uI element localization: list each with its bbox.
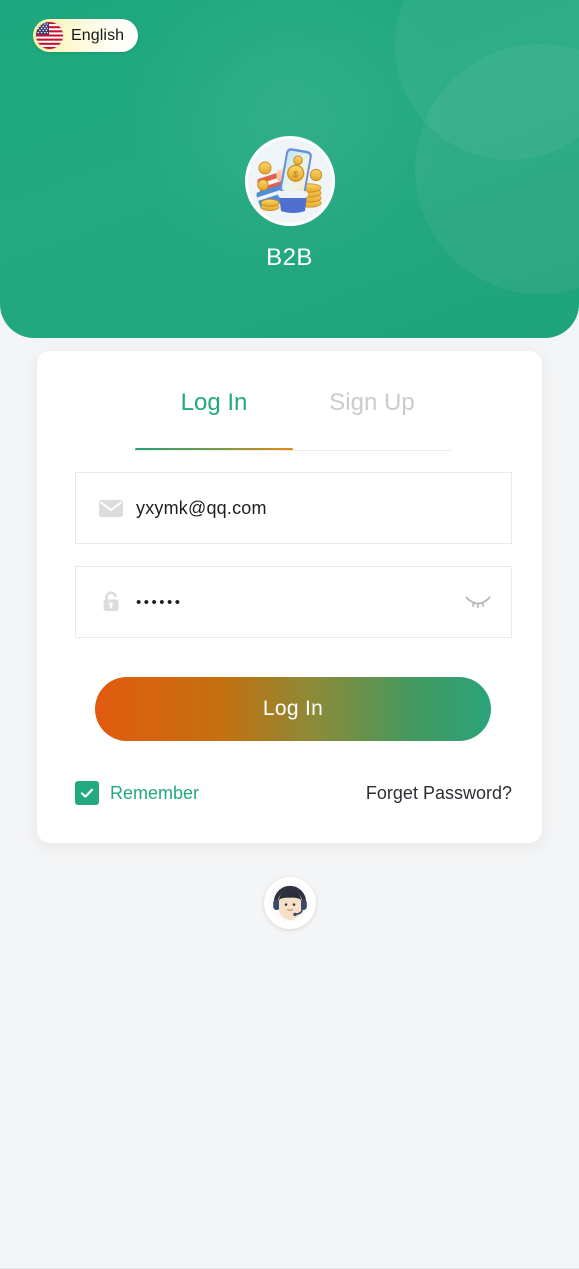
email-field[interactable]: yxymk@qq.com — [75, 472, 512, 544]
language-label: English — [71, 26, 125, 44]
lock-icon — [98, 589, 124, 615]
customer-support-button[interactable] — [263, 877, 316, 929]
form-options-row: Remember Forget Password? — [75, 779, 512, 807]
language-selector[interactable]: English — [33, 19, 139, 52]
page-title: B2B — [266, 244, 313, 271]
brand-logo-badge: $ — [244, 136, 335, 226]
hand-holding-phone-with-coins-icon: $ — [247, 139, 332, 223]
us-flag-icon — [36, 22, 63, 49]
remember-me-checkbox[interactable]: Remember — [75, 781, 199, 805]
envelope-icon — [98, 495, 124, 521]
tab-signup[interactable]: Sign Up — [293, 385, 451, 451]
auth-card: Log In Sign Up yxymk@qq.com •••••• Log I… — [37, 351, 542, 843]
password-field[interactable]: •••••• — [75, 566, 512, 638]
tab-signup-label: Sign Up — [329, 389, 415, 416]
remember-me-label: Remember — [110, 782, 200, 803]
checkmark-icon — [75, 781, 99, 805]
headset-agent-icon — [268, 879, 312, 928]
eye-closed-icon[interactable] — [463, 587, 493, 617]
tabs-divider — [135, 450, 451, 451]
auth-tabs: Log In Sign Up — [135, 385, 451, 451]
forget-password-link[interactable]: Forget Password? — [366, 783, 512, 804]
tab-login[interactable]: Log In — [135, 385, 293, 451]
brand-logo-block: $ B2B — [244, 136, 335, 272]
email-value: yxymk@qq.com — [136, 497, 267, 518]
login-screen: English $ B2B Log In Sign Up yxymk@qq.co… — [0, 0, 579, 1269]
login-submit-button[interactable]: Log In — [95, 677, 491, 741]
tab-login-label: Log In — [180, 389, 248, 416]
password-value: •••••• — [136, 593, 183, 611]
